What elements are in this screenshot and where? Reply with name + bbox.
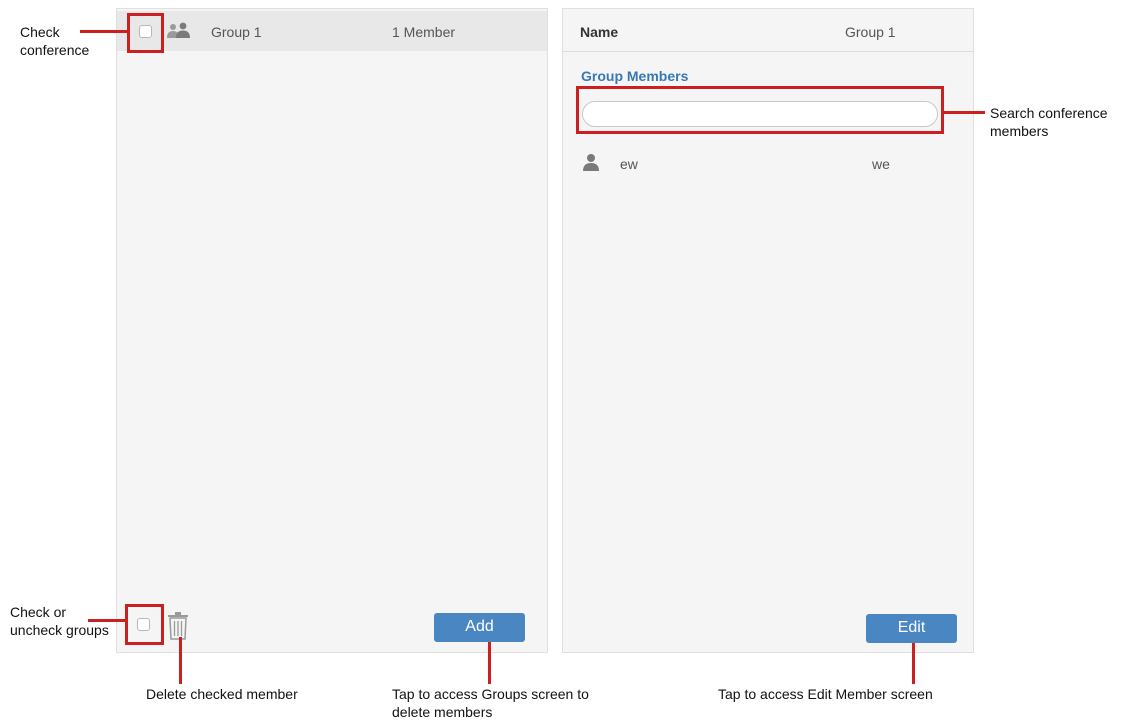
- annotation-line-delete: [179, 637, 182, 684]
- header-divider: [563, 51, 973, 52]
- group-row-count: 1 Member: [392, 24, 456, 40]
- member-value: we: [872, 156, 890, 172]
- annotation-box-group-checkbox: [127, 13, 164, 53]
- annotation-tap-groups: Tap to access Groups screen to delete me…: [392, 686, 589, 720]
- trash-icon[interactable]: [167, 612, 189, 645]
- annotation-line-add: [488, 642, 491, 684]
- group-row-name: Group 1: [211, 24, 262, 40]
- member-person-icon: [582, 153, 600, 176]
- edit-button[interactable]: Edit: [866, 614, 957, 643]
- annotation-check-conference: Check conference: [20, 24, 90, 58]
- annotation-tap-edit: Tap to access Edit Member screen: [718, 686, 933, 702]
- annotation-line-edit: [912, 643, 915, 684]
- annotation-box-select-all: [125, 604, 164, 645]
- group-icon: [166, 22, 194, 45]
- annotation-search-members: Search conference members: [990, 105, 1108, 139]
- member-name[interactable]: ew: [620, 156, 638, 172]
- annotation-delete-checked: Delete checked member: [146, 686, 298, 702]
- annotation-check-uncheck-groups: Check or uncheck groups: [10, 604, 109, 638]
- group-members-title: Group Members: [581, 68, 689, 84]
- add-button[interactable]: Add: [434, 613, 525, 642]
- group-list-panel: [116, 8, 548, 653]
- annotation-line-search: [944, 111, 985, 114]
- name-label: Name: [580, 24, 619, 40]
- name-value: Group 1: [845, 24, 896, 40]
- annotation-box-search: [576, 86, 944, 134]
